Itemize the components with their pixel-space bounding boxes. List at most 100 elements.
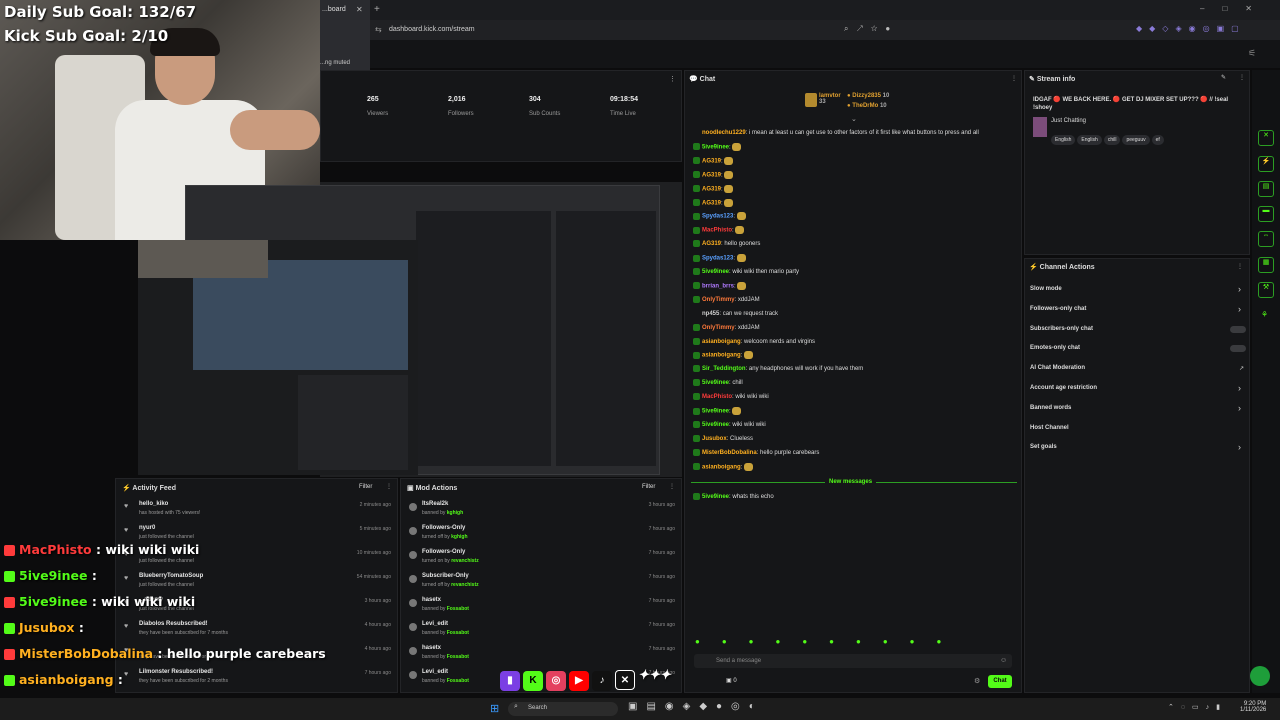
chat-username[interactable]: 5ive9inee bbox=[702, 494, 729, 500]
mod-row-title[interactable]: hasetx bbox=[422, 645, 441, 651]
action-label[interactable]: Host Channel bbox=[1030, 425, 1069, 431]
url-text[interactable]: dashboard.kick.com/stream bbox=[389, 26, 475, 33]
chat-settings-icon[interactable]: ⚙ bbox=[974, 677, 980, 685]
action-label[interactable]: Subscribers-only chat bbox=[1030, 326, 1093, 332]
taskbar-clock[interactable]: 9:20 PM 1/11/2026 bbox=[1240, 701, 1266, 713]
rail-button-close[interactable]: ✕ bbox=[1258, 130, 1274, 146]
action-label[interactable]: Followers-only chat bbox=[1030, 306, 1086, 312]
chevron-right-icon[interactable]: › bbox=[1238, 442, 1241, 452]
mod-row-who[interactable]: revanchistz bbox=[451, 582, 479, 588]
emote-bar[interactable]: ●●●●●●●●●● bbox=[695, 637, 1013, 646]
new-tab-icon[interactable]: + bbox=[374, 4, 380, 15]
kebab-icon[interactable]: ⋮ bbox=[386, 483, 392, 490]
rail-button-code[interactable]: ⇔ bbox=[1258, 231, 1274, 247]
chat-input[interactable]: Send a message bbox=[694, 654, 1012, 668]
chat-username[interactable]: AG319 bbox=[702, 172, 721, 178]
mod-row-title[interactable]: Followers-Only bbox=[422, 549, 465, 555]
chat-username[interactable]: Spydas123 bbox=[702, 256, 733, 262]
chat-username[interactable]: asianboigang bbox=[702, 464, 741, 470]
chat-username[interactable]: 5ive9inee bbox=[702, 144, 729, 150]
activity-row-title[interactable]: Diabolos Resubscribed! bbox=[139, 621, 208, 627]
chat-username[interactable]: MacPhisto bbox=[702, 394, 732, 400]
activity-row-title[interactable]: nyur0 bbox=[139, 525, 155, 531]
chevron-right-icon[interactable]: › bbox=[1238, 304, 1241, 314]
rail-button-bolt[interactable]: ⚡ bbox=[1258, 156, 1274, 172]
mod-row-title[interactable]: Followers-Only bbox=[422, 525, 465, 531]
mod-row-who[interactable]: Fossabot bbox=[447, 654, 469, 660]
mod-row-who[interactable]: Fossabot bbox=[447, 606, 469, 612]
action-label[interactable]: Set goals bbox=[1030, 444, 1057, 450]
chat-username[interactable]: asianboigang bbox=[702, 353, 741, 359]
toggle-switch[interactable] bbox=[1230, 345, 1246, 353]
emote-picker-icon[interactable]: ☺ bbox=[1000, 657, 1007, 664]
mod-filter-button[interactable]: Filter bbox=[642, 484, 655, 490]
chat-username[interactable]: np455 bbox=[702, 311, 719, 317]
chat-username[interactable]: OnlyTimmy bbox=[702, 297, 735, 303]
external-link-icon[interactable]: ↗ bbox=[1239, 365, 1244, 372]
mod-row-who[interactable]: kghigh bbox=[447, 510, 463, 516]
kebab-icon[interactable]: ⋮ bbox=[1239, 74, 1245, 81]
mod-row-title[interactable]: hasetx bbox=[422, 597, 441, 603]
taskbar-apps[interactable]: ▣▤◉◈◆●◎◐ bbox=[628, 701, 764, 712]
taskbar-search[interactable]: Search bbox=[508, 702, 618, 716]
chat-username[interactable]: AG319 bbox=[702, 200, 721, 206]
tab-close-icon[interactable]: ✕ bbox=[356, 5, 363, 14]
chat-username[interactable]: brrian_brrs bbox=[702, 283, 734, 289]
chat-username[interactable]: 5ive9inee bbox=[702, 380, 729, 386]
action-label[interactable]: Account age restriction bbox=[1030, 385, 1097, 391]
mod-row-who[interactable]: Fossabot bbox=[447, 678, 469, 684]
action-label[interactable]: Banned words bbox=[1030, 405, 1071, 411]
rail-top-icon[interactable]: ⚟ bbox=[1248, 48, 1256, 59]
toggle-switch[interactable] bbox=[1230, 325, 1246, 333]
chat-username[interactable]: AG319 bbox=[702, 186, 721, 192]
windows-start-icon[interactable]: ⊞ bbox=[490, 702, 499, 715]
system-tray[interactable]: ⌃◌▭♪▮ bbox=[1168, 703, 1227, 711]
activity-filter-button[interactable]: Filter bbox=[359, 484, 372, 490]
rail-button-doc[interactable]: ▤ bbox=[1258, 181, 1274, 197]
chat-username[interactable]: noodlechu1229 bbox=[702, 130, 746, 136]
chat-username[interactable]: AG319 bbox=[702, 241, 721, 247]
chat-username[interactable]: Sir_Teddington bbox=[702, 366, 746, 372]
chat-username[interactable]: 5ive9inee bbox=[702, 409, 729, 415]
window-controls[interactable]: –□✕ bbox=[1200, 4, 1270, 13]
activity-row-title[interactable]: BlueberryTomatoSoup bbox=[139, 573, 203, 579]
kebab-icon[interactable]: ⋮ bbox=[1237, 263, 1243, 270]
chevron-right-icon[interactable]: › bbox=[1238, 284, 1241, 294]
chat-username[interactable]: MacPhisto bbox=[702, 228, 732, 234]
mod-row-title[interactable]: Levi_edit bbox=[422, 621, 448, 627]
chat-username[interactable]: 5ive9inee bbox=[702, 422, 729, 428]
address-bar-icons[interactable]: ⌕↗☆● bbox=[844, 24, 898, 34]
mod-row-who[interactable]: revanchistz bbox=[451, 558, 479, 564]
kebab-icon[interactable]: ⋮ bbox=[1011, 75, 1017, 82]
chat-username[interactable]: Jusubox bbox=[702, 436, 727, 442]
kick-fab-button[interactable] bbox=[1250, 666, 1270, 686]
chevron-right-icon[interactable]: › bbox=[1238, 403, 1241, 413]
chat-username[interactable]: AG319 bbox=[702, 158, 721, 164]
channel-points[interactable]: ▣ 0 bbox=[726, 677, 737, 684]
action-label[interactable]: Slow mode bbox=[1030, 286, 1062, 292]
mod-row-title[interactable]: ItsReal2k bbox=[422, 501, 448, 507]
chat-username[interactable]: Spydas123 bbox=[702, 214, 733, 220]
chevron-down-icon[interactable]: ⌄ bbox=[851, 115, 857, 123]
chat-username[interactable]: OnlyTimmy bbox=[702, 325, 735, 331]
mod-row-who[interactable]: Fossabot bbox=[447, 630, 469, 636]
chat-username[interactable]: 5ive9inee bbox=[702, 269, 729, 275]
extension-icons[interactable]: ◆◆◇◈◉◎▣▢ bbox=[1136, 24, 1246, 33]
mod-row-who[interactable]: kghigh bbox=[451, 534, 467, 540]
chat-username[interactable]: asianboigang bbox=[702, 339, 741, 345]
action-label[interactable]: Emotes-only chat bbox=[1030, 345, 1080, 351]
rail-button-tool[interactable]: ⚒ bbox=[1258, 282, 1274, 298]
kebab-icon[interactable]: ⋮ bbox=[669, 75, 676, 83]
new-messages-label[interactable]: New messages bbox=[825, 479, 877, 485]
activity-row-title[interactable]: Lilmonster Resubscribed! bbox=[139, 669, 213, 675]
site-info-icon[interactable]: ⇆ bbox=[375, 25, 382, 34]
chevron-right-icon[interactable]: › bbox=[1238, 383, 1241, 393]
kebab-icon[interactable]: ⋮ bbox=[669, 483, 675, 490]
edit-icon[interactable]: ✎ bbox=[1221, 74, 1226, 81]
chat-send-button[interactable]: Chat bbox=[988, 675, 1012, 688]
chat-username[interactable]: MisterBobDobalina bbox=[702, 450, 757, 456]
mod-row-title[interactable]: Subscriber-Only bbox=[422, 573, 469, 579]
rail-extension-icon[interactable]: ⚘ bbox=[1261, 310, 1268, 319]
activity-row-title[interactable]: hello_kiko bbox=[139, 501, 168, 507]
action-label[interactable]: AI Chat Moderation bbox=[1030, 365, 1085, 371]
